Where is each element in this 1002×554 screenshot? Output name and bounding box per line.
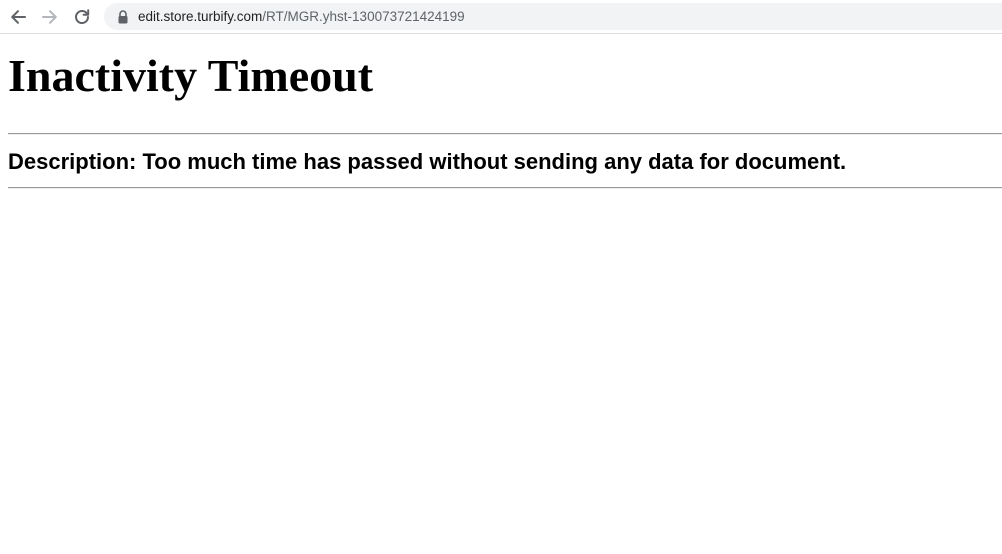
browser-toolbar: edit.store.turbify.com/RT/MGR.yhst-13007…	[0, 0, 1002, 34]
reload-button[interactable]	[69, 4, 95, 30]
url-host: edit.store.turbify.com	[138, 9, 263, 24]
error-description: Description: Too much time has passed wi…	[8, 149, 847, 174]
back-button[interactable]	[5, 4, 31, 30]
divider-bottom	[8, 187, 1002, 189]
forward-button[interactable]	[37, 4, 63, 30]
url-text[interactable]: edit.store.turbify.com/RT/MGR.yhst-13007…	[138, 3, 465, 30]
address-bar[interactable]: edit.store.turbify.com/RT/MGR.yhst-13007…	[104, 3, 1002, 30]
forward-arrow-icon	[42, 10, 57, 24]
lock-icon[interactable]	[116, 9, 130, 25]
page-content: Inactivity Timeout Description: Too much…	[0, 35, 1002, 554]
url-path: /RT/MGR.yhst-130073721424199	[262, 9, 465, 24]
back-arrow-icon	[11, 10, 26, 24]
divider-top	[8, 133, 1002, 135]
page-title: Inactivity Timeout	[8, 50, 374, 101]
reload-icon	[75, 9, 90, 25]
